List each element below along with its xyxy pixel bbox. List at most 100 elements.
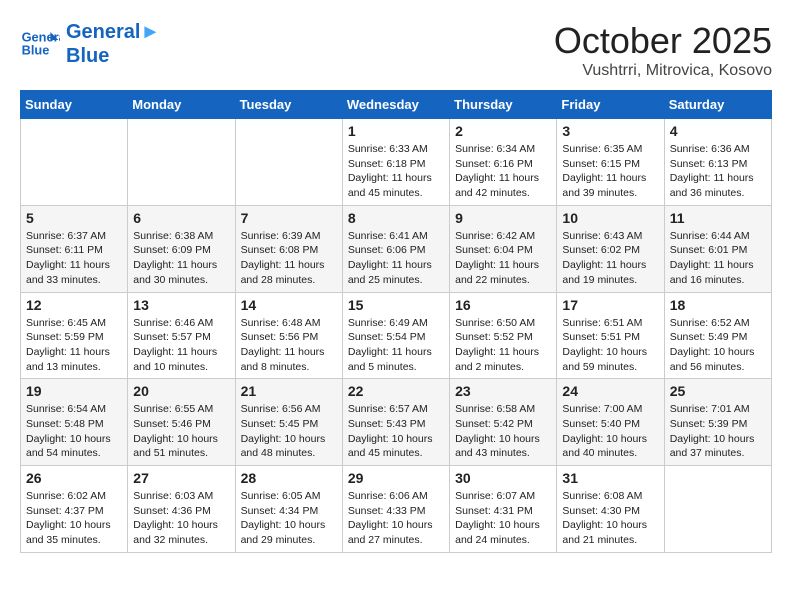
calendar-header: SundayMondayTuesdayWednesdayThursdayFrid… <box>21 91 772 119</box>
day-number: 21 <box>241 383 337 399</box>
calendar-cell: 17 Sunrise: 6:51 AMSunset: 5:51 PMDayligh… <box>557 292 664 379</box>
calendar-cell: 22 Sunrise: 6:57 AMSunset: 5:43 PMDayligh… <box>342 379 449 466</box>
calendar-table: SundayMondayTuesdayWednesdayThursdayFrid… <box>20 90 772 553</box>
day-number: 27 <box>133 470 229 486</box>
calendar-cell: 12 Sunrise: 6:45 AMSunset: 5:59 PMDayligh… <box>21 292 128 379</box>
day-number: 22 <box>348 383 444 399</box>
calendar-cell: 21 Sunrise: 6:56 AMSunset: 5:45 PMDayligh… <box>235 379 342 466</box>
day-number: 11 <box>670 210 766 226</box>
logo-text: General► <box>66 20 160 44</box>
day-number: 29 <box>348 470 444 486</box>
day-info: Sunrise: 6:35 AMSunset: 6:15 PMDaylight:… <box>562 142 658 201</box>
calendar-cell: 30 Sunrise: 6:07 AMSunset: 4:31 PMDayligh… <box>450 466 557 553</box>
page-header: General Blue General► Blue October 2025 … <box>20 20 772 80</box>
day-info: Sunrise: 6:07 AMSunset: 4:31 PMDaylight:… <box>455 489 551 548</box>
day-number: 17 <box>562 297 658 313</box>
day-info: Sunrise: 6:56 AMSunset: 5:45 PMDaylight:… <box>241 402 337 461</box>
calendar-cell: 19 Sunrise: 6:54 AMSunset: 5:48 PMDayligh… <box>21 379 128 466</box>
calendar-body: 1Sunrise: 6:33 AMSunset: 6:18 PMDaylight… <box>21 119 772 553</box>
weekday-header-wednesday: Wednesday <box>342 91 449 119</box>
day-info: Sunrise: 6:44 AMSunset: 6:01 PMDaylight:… <box>670 229 766 288</box>
calendar-cell: 31 Sunrise: 6:08 AMSunset: 4:30 PMDayligh… <box>557 466 664 553</box>
calendar-cell: 18Sunrise: 6:52 AMSunset: 5:49 PMDayligh… <box>664 292 771 379</box>
calendar-week-row: 1Sunrise: 6:33 AMSunset: 6:18 PMDaylight… <box>21 119 772 206</box>
calendar-cell: 8 Sunrise: 6:41 AMSunset: 6:06 PMDaylight… <box>342 205 449 292</box>
day-number: 4 <box>670 123 766 139</box>
day-info: Sunrise: 6:08 AMSunset: 4:30 PMDaylight:… <box>562 489 658 548</box>
svg-text:Blue: Blue <box>22 42 50 57</box>
day-number: 3 <box>562 123 658 139</box>
calendar-cell: 11 Sunrise: 6:44 AMSunset: 6:01 PMDayligh… <box>664 205 771 292</box>
day-number: 15 <box>348 297 444 313</box>
day-number: 13 <box>133 297 229 313</box>
day-number: 31 <box>562 470 658 486</box>
calendar-cell: 7 Sunrise: 6:39 AMSunset: 6:08 PMDaylight… <box>235 205 342 292</box>
calendar-cell <box>235 119 342 206</box>
day-info: Sunrise: 6:48 AMSunset: 5:56 PMDaylight:… <box>241 316 337 375</box>
calendar-cell: 9 Sunrise: 6:42 AMSunset: 6:04 PMDaylight… <box>450 205 557 292</box>
calendar-cell: 14 Sunrise: 6:48 AMSunset: 5:56 PMDayligh… <box>235 292 342 379</box>
day-info: Sunrise: 6:34 AMSunset: 6:16 PMDaylight:… <box>455 142 551 201</box>
calendar-cell: 4 Sunrise: 6:36 AMSunset: 6:13 PMDaylight… <box>664 119 771 206</box>
day-number: 14 <box>241 297 337 313</box>
logo-icon: General Blue <box>20 24 60 64</box>
day-info: Sunrise: 6:50 AMSunset: 5:52 PMDaylight:… <box>455 316 551 375</box>
day-info: Sunrise: 6:58 AMSunset: 5:42 PMDaylight:… <box>455 402 551 461</box>
day-info: Sunrise: 6:57 AMSunset: 5:43 PMDaylight:… <box>348 402 444 461</box>
calendar-cell: 25 Sunrise: 7:01 AMSunset: 5:39 PMDayligh… <box>664 379 771 466</box>
weekday-header-tuesday: Tuesday <box>235 91 342 119</box>
day-info: Sunrise: 6:39 AMSunset: 6:08 PMDaylight:… <box>241 229 337 288</box>
calendar-cell: 13 Sunrise: 6:46 AMSunset: 5:57 PMDayligh… <box>128 292 235 379</box>
weekday-header-monday: Monday <box>128 91 235 119</box>
title-block: October 2025 Vushtrri, Mitrovica, Kosovo <box>554 20 772 80</box>
day-number: 12 <box>26 297 122 313</box>
day-number: 18 <box>670 297 766 313</box>
month-title: October 2025 <box>554 20 772 62</box>
day-info: Sunrise: 6:46 AMSunset: 5:57 PMDaylight:… <box>133 316 229 375</box>
day-number: 7 <box>241 210 337 226</box>
day-number: 10 <box>562 210 658 226</box>
calendar-cell: 16 Sunrise: 6:50 AMSunset: 5:52 PMDayligh… <box>450 292 557 379</box>
day-info: Sunrise: 6:49 AMSunset: 5:54 PMDaylight:… <box>348 316 444 375</box>
calendar-week-row: 26Sunrise: 6:02 AMSunset: 4:37 PMDayligh… <box>21 466 772 553</box>
calendar-cell: 27Sunrise: 6:03 AMSunset: 4:36 PMDayligh… <box>128 466 235 553</box>
weekday-header-saturday: Saturday <box>664 91 771 119</box>
day-info: Sunrise: 6:05 AMSunset: 4:34 PMDaylight:… <box>241 489 337 548</box>
day-number: 2 <box>455 123 551 139</box>
day-info: Sunrise: 6:33 AMSunset: 6:18 PMDaylight:… <box>348 142 444 201</box>
day-info: Sunrise: 6:36 AMSunset: 6:13 PMDaylight:… <box>670 142 766 201</box>
calendar-cell: 15 Sunrise: 6:49 AMSunset: 5:54 PMDayligh… <box>342 292 449 379</box>
day-info: Sunrise: 6:41 AMSunset: 6:06 PMDaylight:… <box>348 229 444 288</box>
logo-subtext: Blue <box>66 44 160 68</box>
calendar-cell <box>128 119 235 206</box>
day-info: Sunrise: 6:51 AMSunset: 5:51 PMDaylight:… <box>562 316 658 375</box>
day-number: 16 <box>455 297 551 313</box>
day-number: 19 <box>26 383 122 399</box>
day-info: Sunrise: 6:37 AMSunset: 6:11 PMDaylight:… <box>26 229 122 288</box>
day-info: Sunrise: 6:55 AMSunset: 5:46 PMDaylight:… <box>133 402 229 461</box>
calendar-cell: 29 Sunrise: 6:06 AMSunset: 4:33 PMDayligh… <box>342 466 449 553</box>
weekday-header-friday: Friday <box>557 91 664 119</box>
calendar-cell: 23Sunrise: 6:58 AMSunset: 5:42 PMDayligh… <box>450 379 557 466</box>
day-number: 30 <box>455 470 551 486</box>
day-number: 9 <box>455 210 551 226</box>
day-info: Sunrise: 6:38 AMSunset: 6:09 PMDaylight:… <box>133 229 229 288</box>
calendar-cell: 1Sunrise: 6:33 AMSunset: 6:18 PMDaylight… <box>342 119 449 206</box>
day-info: Sunrise: 6:02 AMSunset: 4:37 PMDaylight:… <box>26 489 122 548</box>
calendar-cell: 6Sunrise: 6:38 AMSunset: 6:09 PMDaylight… <box>128 205 235 292</box>
day-info: Sunrise: 7:01 AMSunset: 5:39 PMDaylight:… <box>670 402 766 461</box>
day-info: Sunrise: 6:43 AMSunset: 6:02 PMDaylight:… <box>562 229 658 288</box>
day-info: Sunrise: 6:54 AMSunset: 5:48 PMDaylight:… <box>26 402 122 461</box>
calendar-cell <box>21 119 128 206</box>
day-number: 25 <box>670 383 766 399</box>
day-info: Sunrise: 6:42 AMSunset: 6:04 PMDaylight:… <box>455 229 551 288</box>
calendar-cell: 10 Sunrise: 6:43 AMSunset: 6:02 PMDayligh… <box>557 205 664 292</box>
day-info: Sunrise: 6:06 AMSunset: 4:33 PMDaylight:… <box>348 489 444 548</box>
day-number: 24 <box>562 383 658 399</box>
calendar-week-row: 19 Sunrise: 6:54 AMSunset: 5:48 PMDayligh… <box>21 379 772 466</box>
weekday-header-sunday: Sunday <box>21 91 128 119</box>
calendar-cell: 24Sunrise: 7:00 AMSunset: 5:40 PMDayligh… <box>557 379 664 466</box>
day-number: 8 <box>348 210 444 226</box>
day-info: Sunrise: 6:45 AMSunset: 5:59 PMDaylight:… <box>26 316 122 375</box>
calendar-week-row: 12 Sunrise: 6:45 AMSunset: 5:59 PMDayligh… <box>21 292 772 379</box>
